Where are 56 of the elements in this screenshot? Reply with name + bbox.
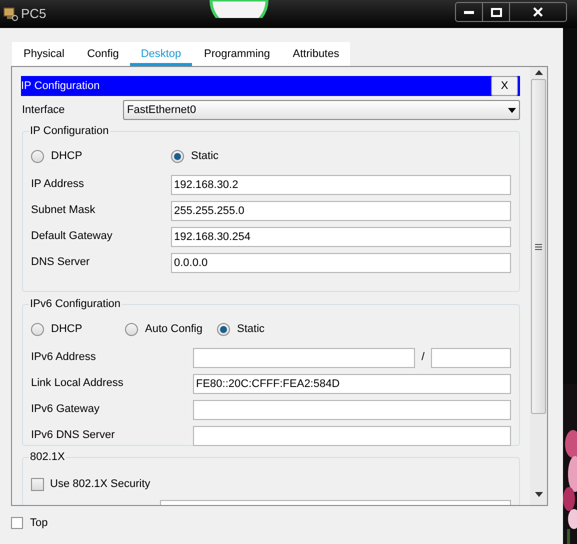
radio-button[interactable] (31, 323, 44, 336)
field-label: DNS Server (31, 255, 91, 270)
radio-label: DHCP (51, 149, 82, 164)
radio-button[interactable] (125, 323, 138, 336)
radio-label: Static (191, 149, 219, 164)
dropdown-value: FastEthernet0 (127, 102, 196, 118)
group-title: IP Configuration (29, 124, 110, 139)
field-label: IPv6 DNS Server (31, 428, 116, 444)
field-label: IPv6 Address (31, 350, 97, 366)
radio-label: Auto Config (145, 322, 202, 338)
field-label: Default Gateway (31, 229, 114, 244)
field-label: IPv6 Gateway (31, 402, 100, 418)
scroll-up-icon (534, 70, 542, 75)
input-field[interactable] (193, 348, 415, 368)
input-field[interactable] (431, 348, 511, 368)
field-label: Link Local Address (31, 376, 124, 392)
input-field[interactable]: 192.168.30.254 (171, 226, 511, 246)
tab[interactable]: Attributes (282, 42, 350, 66)
checkbox[interactable] (11, 517, 23, 530)
group-title: 802.1X (29, 450, 66, 465)
minimize-icon (464, 10, 474, 14)
input-field[interactable]: FE80::20C:CFFF:FEA2:584D (193, 374, 511, 394)
scroll-thumb[interactable] (531, 79, 546, 414)
maximize-icon (490, 8, 502, 16)
radio-button[interactable] (217, 323, 230, 336)
tab[interactable]: Programming (192, 42, 282, 66)
input-field[interactable] (193, 400, 511, 420)
close-panel-button[interactable]: X (491, 76, 518, 96)
gauge-icon (208, 0, 270, 18)
field-label: Interface (21, 102, 66, 118)
field-label: IP Address (31, 177, 85, 192)
group-title: IPv6 Configuration (29, 297, 122, 312)
panel-title: IP Configuration (21, 78, 100, 94)
input-field[interactable]: 255.255.255.0 (171, 200, 511, 220)
input-field[interactable] (193, 426, 511, 446)
checkbox-label: Use 802.1X Security (50, 477, 150, 492)
field-label: Subnet Mask (31, 203, 96, 218)
tab[interactable]: Config (76, 42, 130, 66)
radio-button[interactable] (31, 150, 44, 163)
checkbox-label: Top (30, 516, 48, 531)
separator-text: / (420, 350, 426, 366)
interface-dropdown[interactable]: FastEthernet0 (123, 100, 520, 120)
computer-icon (2, 6, 18, 22)
grip-icon (535, 244, 542, 250)
radio-label: DHCP (51, 322, 82, 338)
close-icon (533, 7, 543, 17)
tab[interactable]: Physical (12, 42, 76, 66)
scrollbar[interactable] (530, 67, 547, 505)
dropdown-arrow-icon (508, 108, 516, 112)
checkbox[interactable] (31, 478, 44, 491)
input-field[interactable]: 0.0.0.0 (171, 252, 511, 272)
window-title: PC5 (21, 5, 46, 24)
input-field[interactable]: 192.168.30.2 (171, 174, 511, 194)
scroll-down-icon (534, 492, 542, 497)
radio-button[interactable] (171, 150, 184, 163)
radio-label: Static (237, 322, 265, 338)
